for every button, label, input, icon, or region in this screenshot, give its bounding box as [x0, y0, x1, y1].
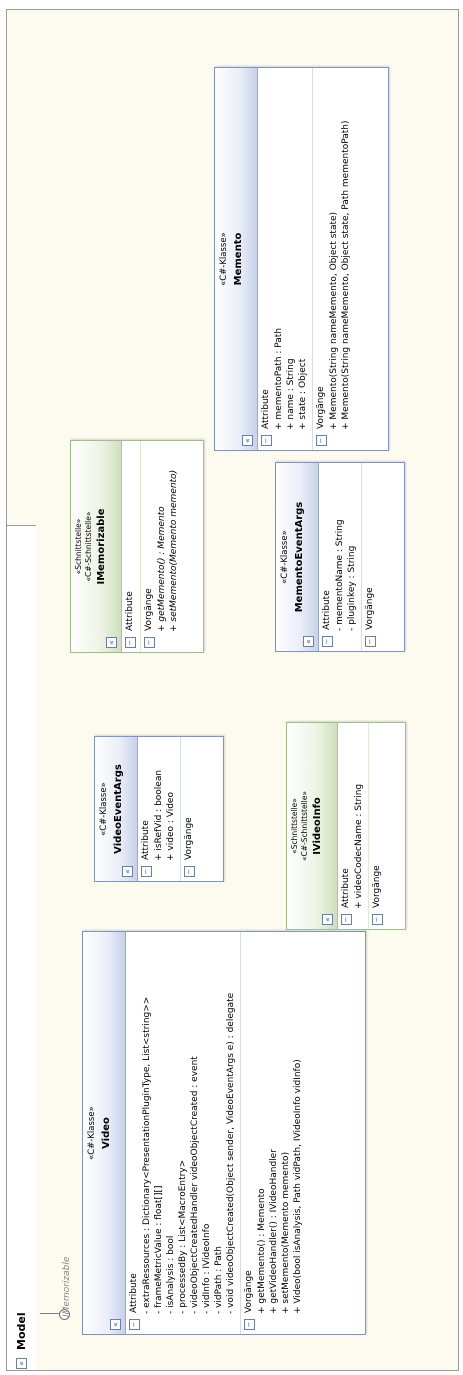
class-memento-operations-toggle-icon[interactable]: −: [316, 435, 327, 446]
class-videoeventargs-stereotype: «C#-Klasse»: [99, 782, 109, 836]
class-mementoeventargs-attributes-label: Attribute: [322, 590, 332, 630]
interface-imemorizable-attributes-section: − Attribute: [122, 441, 140, 652]
class-video-attribute[interactable]: - extraRessources : Dictionary<Presentat…: [141, 932, 153, 1334]
class-memento-attribute[interactable]: + mementoPath : Path: [273, 68, 285, 450]
class-mementoeventargs-attributes-toggle-icon[interactable]: −: [322, 636, 333, 647]
class-video-attribute[interactable]: - isAnalysis : bool: [165, 932, 177, 1334]
interface-ivideoinfo-operations-toggle-icon[interactable]: −: [372, 914, 383, 925]
class-mementoeventargs-attributes-section: − Attribute - mementoName : String - plug…: [319, 463, 361, 651]
class-memento-operations-label: Vorgänge: [316, 386, 326, 429]
class-video-collapse-icon[interactable]: «: [110, 1319, 121, 1330]
class-video-operations-section: − Vorgänge + getMemento() : Memento + get…: [240, 932, 307, 1334]
class-mementoeventargs-name: MementoEventArgs: [294, 501, 305, 613]
class-memento-header: «C#-Klasse» Memento «: [215, 68, 258, 450]
class-video-operations-toggle-icon[interactable]: −: [244, 1319, 255, 1330]
interface-imemorizable-attributes-toggle-icon[interactable]: −: [125, 637, 136, 648]
class-mementoeventargs-collapse-icon[interactable]: «: [303, 636, 314, 647]
class-videoeventargs-attributes-label: Attribute: [141, 820, 151, 860]
interface-imemorizable-operations-section: − Vorgänge + getMemento() : Memento + set…: [140, 441, 183, 652]
interface-imemorizable-stereotype-csharp: «C#-Schnittstelle»: [84, 511, 93, 582]
class-video-operation[interactable]: + getVideoHandler() : IVideoHandler: [268, 932, 280, 1334]
class-video-attribute[interactable]: - vidPath : Path: [213, 932, 225, 1334]
interface-ivideoinfo-operations-section: − Vorgänge: [368, 723, 387, 929]
interface-ivideoinfo-attributes-label: Attribute: [341, 868, 351, 908]
interface-ivideoinfo-attribute[interactable]: + videoCodecName : String: [353, 723, 365, 929]
class-mementoeventargs-operations-toggle-icon[interactable]: −: [365, 636, 376, 647]
class-mementoeventargs-attribute[interactable]: - pluginkey : String: [346, 463, 358, 651]
interface-ivideoinfo[interactable]: «Schnittstelle» «C#-Schnittstelle» IVide…: [286, 722, 406, 930]
interface-imemorizable-stereotype: «Schnittstelle»: [74, 518, 83, 575]
interface-imemorizable-attributes-label: Attribute: [125, 591, 135, 631]
interface-lollipop-line: [40, 1313, 60, 1314]
class-memento-attributes-section: − Attribute + mementoPath : Path + name :…: [258, 68, 312, 450]
class-video-attribute[interactable]: - vidInfo : IVideoInfo: [201, 932, 213, 1334]
class-video-stereotype: «C#-Klasse»: [87, 1106, 97, 1160]
package-collapse-icon[interactable]: «: [15, 1358, 27, 1369]
class-video-attribute[interactable]: - videoObjectCreatedHandler videoObjectC…: [189, 932, 201, 1334]
package-title: Model: [14, 1312, 28, 1350]
class-videoeventargs-collapse-icon[interactable]: «: [122, 866, 133, 877]
interface-ivideoinfo-operations-label: Vorgänge: [372, 865, 382, 908]
class-videoeventargs-attribute[interactable]: + video : Video: [165, 737, 177, 881]
class-mementoeventargs-header: «C#-Klasse» MementoEventArgs «: [276, 463, 319, 651]
interface-imemorizable-collapse-icon[interactable]: «: [106, 637, 117, 648]
class-memento-attribute[interactable]: + name : String: [285, 68, 297, 450]
class-memento-collapse-icon[interactable]: «: [242, 435, 253, 446]
class-memento-attribute[interactable]: + state : Object: [297, 68, 309, 450]
class-video-operation[interactable]: + getMemento() : Memento: [256, 932, 268, 1334]
class-memento-operations-section: − Vorgänge + Memento(String nameMemento, …: [312, 68, 355, 450]
class-videoeventargs-operations-section: − Vorgänge: [180, 737, 199, 881]
class-video-attributes-label: Attribute: [129, 1273, 139, 1313]
class-videoeventargs-attributes-section: − Attribute + isRefVid : boolean + video …: [138, 737, 180, 881]
class-video-attribute[interactable]: - frameMetricValue : float[][]: [153, 932, 165, 1334]
diagram-canvas: « Model IMemorizable «C#-Klasse» Video «…: [0, 0, 463, 1375]
class-memento-operation[interactable]: + Memento(String nameMemento, Object sta…: [328, 68, 340, 450]
class-memento-stereotype: «C#-Klasse»: [219, 232, 229, 286]
class-video-operations-label: Vorgänge: [244, 1270, 254, 1313]
class-videoeventargs-name: VideoEventArgs: [113, 764, 124, 854]
interface-ivideoinfo-stereotype-csharp: «C#-Schnittstelle»: [300, 791, 309, 861]
class-videoeventargs-operations-label: Vorgänge: [184, 817, 194, 860]
class-video-attributes-toggle-icon[interactable]: −: [129, 1319, 140, 1330]
interface-ivideoinfo-collapse-icon[interactable]: «: [322, 914, 333, 925]
interface-imemorizable-operation[interactable]: + getMemento() : Memento: [156, 441, 168, 652]
interface-ivideoinfo-attributes-toggle-icon[interactable]: −: [341, 914, 352, 925]
class-video-header: «C#-Klasse» Video «: [83, 932, 126, 1334]
interface-ivideoinfo-name: IVideoInfo: [312, 797, 323, 855]
interface-imemorizable-operations-toggle-icon[interactable]: −: [144, 637, 155, 648]
interface-lollipop-label: IMemorizable: [62, 1256, 72, 1317]
interface-imemorizable-name: IMemorizable: [96, 508, 107, 585]
class-memento-name: Memento: [233, 232, 244, 286]
class-memento-attributes-toggle-icon[interactable]: −: [261, 435, 272, 446]
class-mementoeventargs-operations-label: Vorgänge: [365, 587, 375, 630]
class-memento[interactable]: «C#-Klasse» Memento « − Attribute + memen…: [214, 67, 389, 451]
class-videoeventargs-attribute[interactable]: + isRefVid : boolean: [153, 737, 165, 881]
class-videoeventargs[interactable]: «C#-Klasse» VideoEventArgs « − Attribute …: [94, 736, 224, 882]
class-video-name: Video: [101, 1117, 112, 1149]
interface-imemorizable-header: «Schnittstelle» «C#-Schnittstelle» IMemo…: [71, 441, 122, 652]
interface-ivideoinfo-header: «Schnittstelle» «C#-Schnittstelle» IVide…: [287, 723, 338, 929]
class-video-attribute[interactable]: - void videoObjectCreated(Object sender,…: [225, 932, 237, 1334]
class-video[interactable]: «C#-Klasse» Video « − Attribute - extraRe…: [82, 931, 366, 1335]
class-memento-attributes-label: Attribute: [261, 389, 271, 429]
class-video-operation[interactable]: + Video(bool isAnalysis, Path vidPath, I…: [292, 932, 304, 1334]
interface-ivideoinfo-attributes-section: − Attribute + videoCodecName : String: [338, 723, 368, 929]
interface-imemorizable-operations-label: Vorgänge: [144, 588, 154, 631]
class-mementoeventargs-operations-section: − Vorgänge: [361, 463, 380, 651]
class-videoeventargs-operations-toggle-icon[interactable]: −: [184, 866, 195, 877]
class-videoeventargs-header: «C#-Klasse» VideoEventArgs «: [95, 737, 138, 881]
class-mementoeventargs-attribute[interactable]: - mementoName : String: [334, 463, 346, 651]
class-video-attributes-section: − Attribute - extraRessources : Dictionar…: [126, 932, 240, 1334]
interface-imemorizable-operation[interactable]: + setMemento(Memento memento): [168, 441, 180, 652]
class-memento-operation[interactable]: + Memento(String nameMemento, Object sta…: [340, 68, 352, 450]
class-mementoeventargs-stereotype: «C#-Klasse»: [280, 530, 290, 584]
interface-ivideoinfo-stereotype: «Schnittstelle»: [290, 798, 299, 854]
package-header: « Model: [8, 1312, 34, 1369]
class-mementoeventargs[interactable]: «C#-Klasse» MementoEventArgs « − Attribut…: [275, 462, 405, 652]
class-video-attribute[interactable]: - processedBy : List<MacroEntry>: [177, 932, 189, 1334]
interface-imemorizable[interactable]: «Schnittstelle» «C#-Schnittstelle» IMemo…: [70, 440, 204, 653]
class-video-operation[interactable]: + setMemento(Memento memento): [280, 932, 292, 1334]
package-tab: [6, 525, 36, 1371]
class-videoeventargs-attributes-toggle-icon[interactable]: −: [141, 866, 152, 877]
